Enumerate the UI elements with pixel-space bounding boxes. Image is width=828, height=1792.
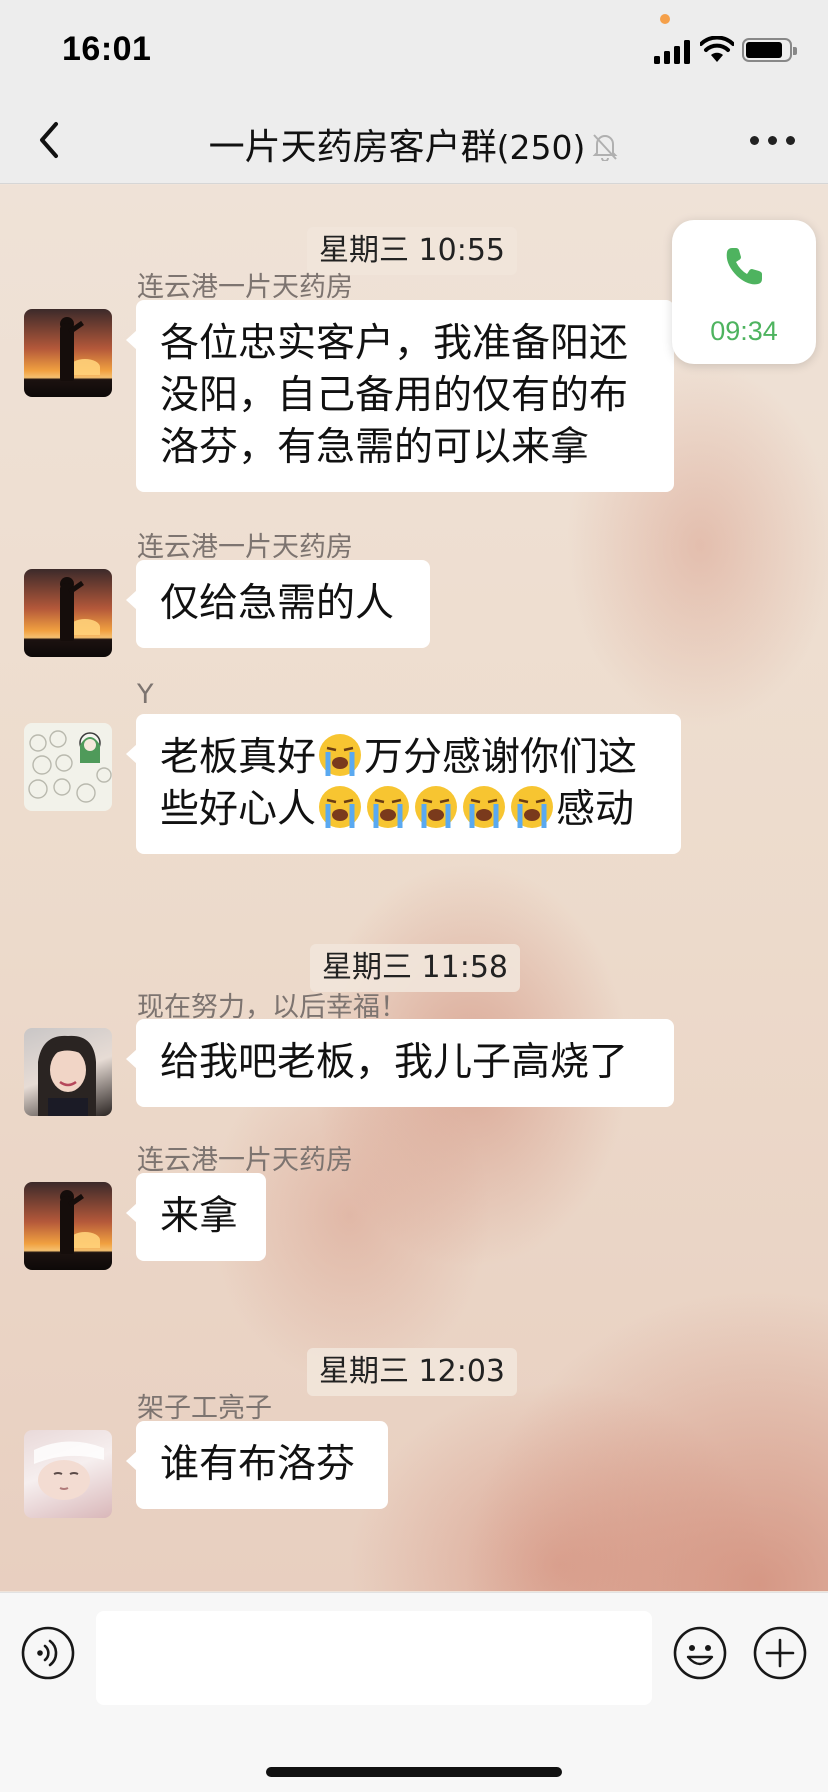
voice-input-icon[interactable] bbox=[20, 1625, 76, 1681]
call-duration: 09:34 bbox=[710, 316, 778, 346]
group-name: 一片天药房客户群 bbox=[208, 127, 497, 168]
wifi-icon bbox=[700, 36, 734, 62]
chat-header: 一片天药房客户群(250) bbox=[0, 96, 828, 184]
sleeping-child-photo-icon bbox=[34, 1441, 104, 1500]
avatar[interactable] bbox=[24, 1182, 112, 1270]
smiley-icon[interactable] bbox=[672, 1625, 728, 1681]
message-bubble[interactable]: 仅给急需的人 bbox=[126, 560, 430, 648]
battery-icon bbox=[742, 38, 797, 62]
more-options-button[interactable] bbox=[748, 126, 798, 154]
sender-name: Y bbox=[137, 679, 154, 710]
chat-title[interactable]: 一片天药房客户群(250) bbox=[0, 118, 828, 170]
loudly-crying-face-emoji bbox=[511, 786, 554, 828]
timestamp-divider: 星期三 12:03 bbox=[307, 1348, 517, 1396]
loudly-crying-face-emoji bbox=[463, 786, 506, 828]
loudly-crying-face-emoji bbox=[319, 786, 362, 828]
avatar[interactable] bbox=[24, 1028, 112, 1116]
sender-name: 连云港一片天药房 bbox=[137, 532, 353, 563]
avatar[interactable] bbox=[24, 309, 112, 397]
sender-name: 连云港一片天药房 bbox=[137, 272, 353, 303]
portrait-photo-icon bbox=[38, 1035, 96, 1116]
avatar[interactable] bbox=[24, 569, 112, 657]
cellular-signal-icon bbox=[654, 38, 690, 64]
privacy-indicator-dot bbox=[660, 14, 670, 24]
status-time: 16:01 bbox=[62, 30, 152, 68]
phone-icon bbox=[726, 248, 762, 285]
message-bubble[interactable]: 给我吧老板，我儿子高烧了 bbox=[126, 1019, 674, 1107]
loudly-crying-face-emoji bbox=[415, 786, 458, 828]
loudly-crying-face-emoji bbox=[319, 734, 362, 776]
message-bubble[interactable]: 老板真好 万分感谢你们这 些好心人 感动 bbox=[126, 714, 681, 854]
sender-name: 连云港一片天药房 bbox=[137, 1145, 353, 1176]
sheep-avatar-icon bbox=[28, 730, 112, 803]
plus-icon[interactable] bbox=[752, 1625, 808, 1681]
message-list[interactable]: 星期三 10:55 连云港一片天药房 各位忠实客户，我准备阳还没阳，自己备用的仅… bbox=[0, 185, 828, 1591]
home-indicator[interactable] bbox=[266, 1767, 562, 1777]
message-input[interactable] bbox=[96, 1611, 652, 1705]
bell-slash-icon bbox=[592, 134, 618, 161]
composer-bar bbox=[0, 1592, 828, 1792]
avatar[interactable] bbox=[24, 723, 112, 811]
avatar[interactable] bbox=[24, 1430, 112, 1518]
member-count: (250) bbox=[496, 128, 586, 167]
floating-call-window[interactable]: 09:34 bbox=[672, 220, 816, 364]
message-bubble[interactable]: 来拿 bbox=[126, 1173, 266, 1261]
loudly-crying-face-emoji bbox=[367, 786, 410, 828]
sender-name: 架子工亮子 bbox=[137, 1393, 272, 1424]
message-bubble[interactable]: 各位忠实客户，我准备阳还没阳，自己备用的仅有的布洛芬，有急需的可以来拿 bbox=[126, 300, 674, 492]
status-bar: 16:01 bbox=[0, 0, 828, 96]
message-bubble[interactable]: 谁有布洛芬 bbox=[126, 1421, 388, 1509]
